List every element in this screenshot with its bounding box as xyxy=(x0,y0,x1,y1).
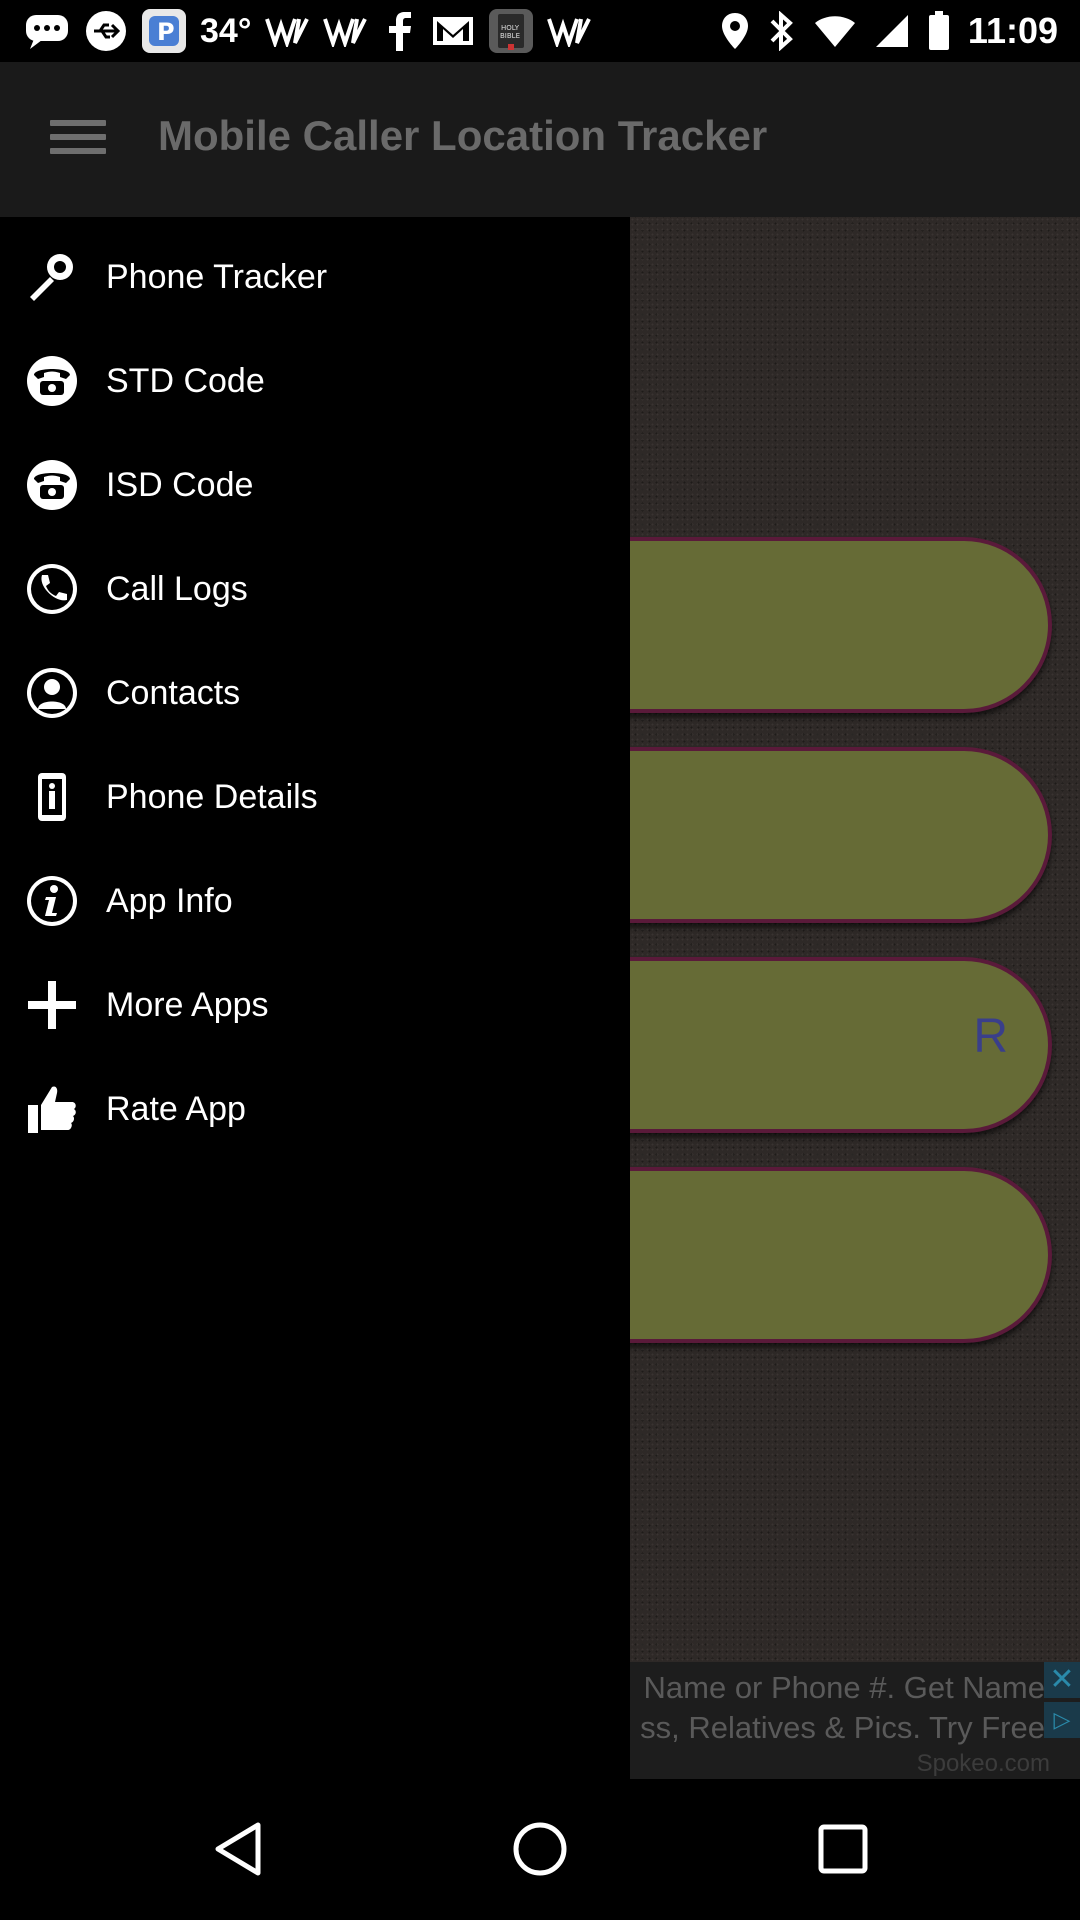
recents-icon[interactable] xyxy=(803,1809,883,1889)
gmail-icon xyxy=(431,8,475,54)
drawer-item-phone-tracker[interactable]: Phone Tracker xyxy=(0,225,630,329)
drawer-item-label: Contacts xyxy=(106,673,241,712)
signal-wave-icon xyxy=(265,8,310,54)
drawer-item-call-logs[interactable]: Call Logs xyxy=(0,537,630,641)
app-p-icon: P xyxy=(142,9,186,53)
temperature-text: 34° xyxy=(200,11,252,50)
hamburger-menu-icon[interactable] xyxy=(50,120,106,160)
telephone-icon xyxy=(26,355,78,407)
drawer-item-isd-code[interactable]: ISD Code xyxy=(0,433,630,537)
status-right-icons: 11:09 xyxy=(720,6,1058,56)
svg-text:BIBLE: BIBLE xyxy=(500,32,520,40)
drawer-item-contacts[interactable]: Contacts xyxy=(0,641,630,745)
phone-info-icon xyxy=(26,771,78,823)
svg-text:HOLY: HOLY xyxy=(501,24,520,32)
info-icon xyxy=(26,875,78,927)
drawer-item-rate-app[interactable]: Rate App xyxy=(0,1057,630,1161)
home-icon[interactable] xyxy=(500,1809,580,1889)
signal-wave-icon-3 xyxy=(547,8,592,54)
ad-close-icon[interactable]: ✕ xyxy=(1044,1662,1080,1698)
pill-partial-text: R xyxy=(973,1010,1008,1063)
chat-bubble-icon xyxy=(24,8,70,54)
holy-bible-app-icon: HOLY BIBLE xyxy=(489,9,534,53)
clock-text: 11:09 xyxy=(967,10,1058,51)
telephone-icon xyxy=(26,459,78,511)
back-icon[interactable] xyxy=(198,1809,278,1889)
ad-choices-icon[interactable]: ▷ xyxy=(1044,1702,1080,1738)
drawer-item-label: Rate App xyxy=(106,1089,246,1128)
battery-icon xyxy=(928,8,950,54)
drawer-item-app-info[interactable]: App Info xyxy=(0,849,630,953)
plus-icon xyxy=(26,979,78,1031)
person-icon xyxy=(26,667,78,719)
drawer-item-phone-details[interactable]: Phone Details xyxy=(0,745,630,849)
app-bar: Mobile Caller Location Tracker xyxy=(0,62,1080,217)
status-bar: P 34° HOLY BIBLE 11:09 xyxy=(0,0,1080,62)
drawer-item-label: App Info xyxy=(106,881,233,920)
status-left-icons: P 34° HOLY BIBLE xyxy=(24,6,592,56)
drawer-item-label: Call Logs xyxy=(106,569,248,608)
drawer-item-more-apps[interactable]: More Apps xyxy=(0,953,630,1057)
usb-icon xyxy=(84,8,128,54)
thumbs-up-icon xyxy=(26,1083,78,1135)
location-pin-icon xyxy=(720,8,750,54)
drawer-item-label: Phone Details xyxy=(106,777,318,816)
ad-text-line-1: Name or Phone #. Get Name xyxy=(643,1670,1045,1705)
drawer-item-std-code[interactable]: STD Code xyxy=(0,329,630,433)
navigation-drawer: Phone Tracker STD Code ISD Code Call Log… xyxy=(0,217,630,1779)
ad-text-line-2: ss, Relatives & Pics. Try Free xyxy=(640,1710,1045,1745)
app-title: Mobile Caller Location Tracker xyxy=(158,112,768,159)
drawer-item-label: Phone Tracker xyxy=(106,257,328,296)
wifi-icon xyxy=(814,8,856,54)
drawer-item-label: ISD Code xyxy=(106,465,254,504)
svg-text:P: P xyxy=(157,18,175,46)
drawer-item-label: STD Code xyxy=(106,361,265,400)
system-nav-bar xyxy=(0,1779,1080,1920)
ad-source: Spokeo.com xyxy=(916,1750,1050,1777)
bluetooth-icon xyxy=(768,8,796,54)
facebook-icon xyxy=(381,8,417,54)
phone-handset-icon xyxy=(26,563,78,615)
cell-signal-icon xyxy=(874,8,910,54)
search-key-icon xyxy=(26,251,78,303)
drawer-item-label: More Apps xyxy=(106,985,269,1024)
signal-wave-icon-2 xyxy=(323,8,368,54)
